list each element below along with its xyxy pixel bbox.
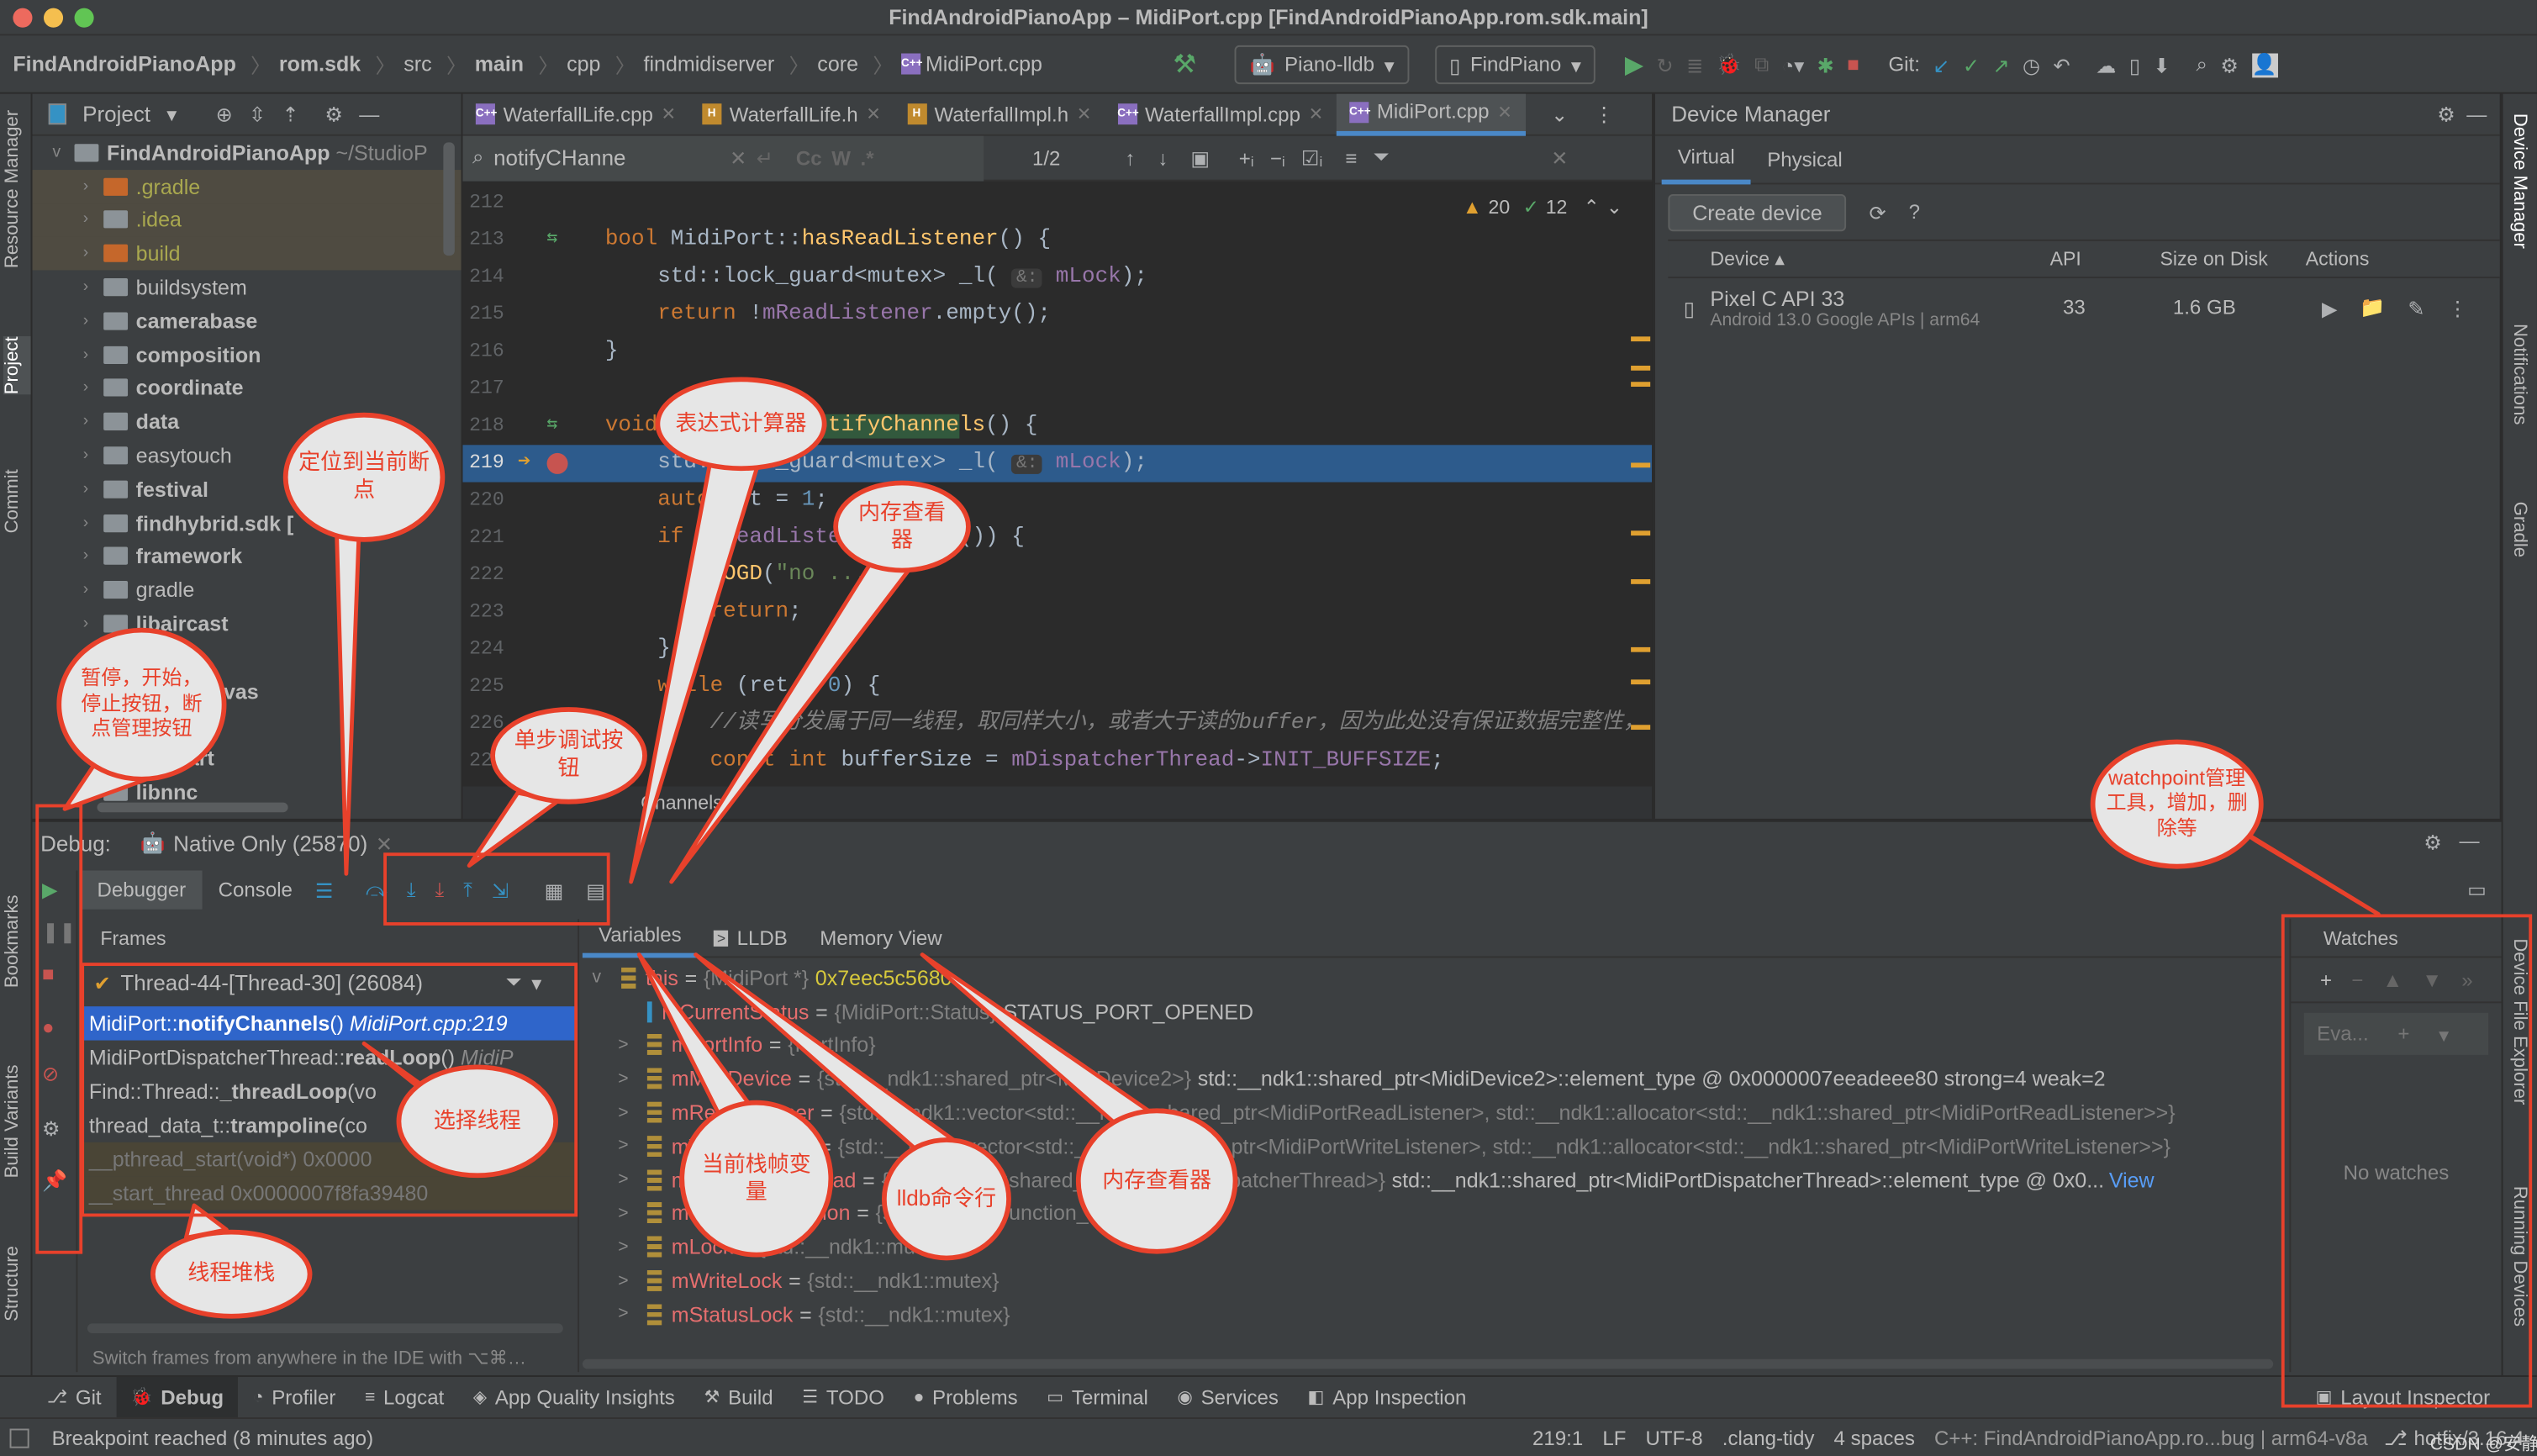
tail-frame-vars xyxy=(636,952,755,1119)
callout-expression-evaluator: 表达式计算器 xyxy=(655,377,827,472)
tail-expr xyxy=(629,451,763,884)
callout-memory-view-1: 内存查看器 xyxy=(833,480,971,573)
highlight-step-buttons xyxy=(383,852,610,926)
tail-mem2 xyxy=(920,952,1159,1127)
tail-locate xyxy=(334,524,361,876)
annotation-tails xyxy=(62,451,2381,1240)
callout-step-buttons: 单步调试按钮 xyxy=(490,707,647,804)
callout-memory-view-2: 内存查看器 xyxy=(1075,1108,1238,1254)
highlight-debug-actions xyxy=(35,804,83,1254)
callout-select-thread: 选择线程 xyxy=(396,1064,559,1179)
ide-window: FindAndroidPianoApp – MidiPort.cpp [Find… xyxy=(0,0,2537,1456)
tail-watch xyxy=(2230,823,2381,916)
callout-locate-breakpoint: 定位到当前断点 xyxy=(282,412,446,542)
callout-lldb: lldb命令行 xyxy=(881,1137,1011,1261)
callout-frame-variables: 当前栈帧变量 xyxy=(679,1100,834,1258)
highlight-watches xyxy=(2281,914,2533,1408)
callout-debug-controls: 暂停，开始，停止按钮，断点管理按钮 xyxy=(56,627,227,782)
callout-thread-stack: 线程堆栈 xyxy=(150,1229,313,1319)
callout-watchpoint: watchpoint管理工具，增加，删除等 xyxy=(2090,739,2264,869)
